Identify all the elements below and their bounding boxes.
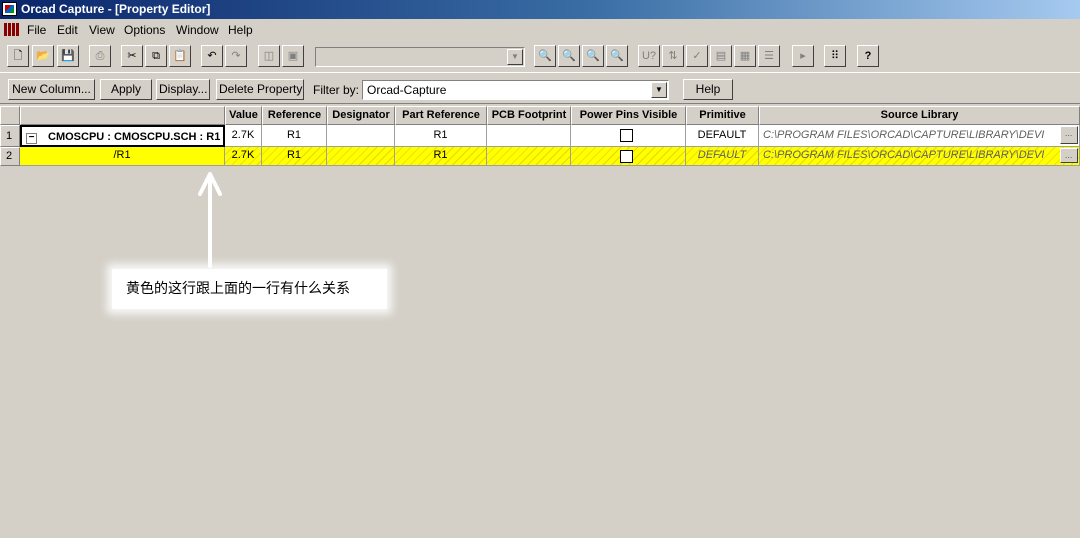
delete-property-button[interactable]: Delete Property xyxy=(216,79,304,100)
source-library: C:\PROGRAM FILES\ORCAD\CAPTURE\LIBRARY\D… xyxy=(763,129,1045,141)
row-number[interactable]: 2 xyxy=(0,147,20,166)
menu-bar: File Edit View Options Window Help xyxy=(0,19,1080,40)
table-cell[interactable]: C:\PROGRAM FILES\ORCAD\CAPTURE\LIBRARY\D… xyxy=(759,125,1080,147)
window-tile-icon[interactable]: ▣ xyxy=(282,45,304,67)
menu-view[interactable]: View xyxy=(89,23,115,37)
table-cell[interactable]: 2.7K xyxy=(225,125,262,147)
table-cell[interactable] xyxy=(327,125,395,147)
zoom-in-icon[interactable]: 🔍 xyxy=(534,45,556,67)
annotate-icon[interactable]: U? xyxy=(638,45,660,67)
filter-select[interactable]: Orcad-Capture ▼ xyxy=(362,80,669,100)
apply-button[interactable]: Apply xyxy=(100,79,152,100)
table-cell[interactable]: R1 xyxy=(262,147,327,166)
bill-of-materials-icon[interactable]: ☰ xyxy=(758,45,780,67)
row-number[interactable]: 1 xyxy=(0,125,20,147)
cross-reference-icon[interactable]: ▦ xyxy=(734,45,756,67)
main-toolbar: 🗋 📂 💾 ⎙ ✂ ⧉ 📋 ↶ ↷ ◫ ▣ ▼ 🔍 🔍 🔍 🔍 U? ⇅ ✓ ▤… xyxy=(0,41,1080,71)
document-icon[interactable] xyxy=(4,23,20,36)
property-grid: Value Reference Designator Part Referenc… xyxy=(0,106,1080,166)
undo-icon[interactable]: ↶ xyxy=(201,45,223,67)
snap-icon[interactable]: ▸ xyxy=(792,45,814,67)
column-header[interactable]: Power Pins Visible xyxy=(571,106,686,125)
chevron-down-icon[interactable]: ▼ xyxy=(507,49,523,65)
table-cell[interactable] xyxy=(571,125,686,147)
zoom-area-icon[interactable]: 🔍 xyxy=(582,45,604,67)
netlist-icon[interactable]: ▤ xyxy=(710,45,732,67)
table-cell[interactable] xyxy=(327,147,395,166)
print-icon[interactable]: ⎙ xyxy=(89,45,111,67)
title-bar: Orcad Capture - [Property Editor] xyxy=(0,0,1080,19)
filter-value: Orcad-Capture xyxy=(367,83,447,97)
corner-header[interactable] xyxy=(0,106,20,125)
open-icon[interactable]: 📂 xyxy=(32,45,54,67)
name-column-header[interactable] xyxy=(20,106,225,125)
table-cell[interactable]: R1 xyxy=(395,147,487,166)
display-button[interactable]: Display... xyxy=(156,79,210,100)
collapse-icon[interactable]: − xyxy=(26,133,37,144)
property-editor-bar: New Column... Apply Display... Delete Pr… xyxy=(0,72,1080,104)
back-annotate-icon[interactable]: ⇅ xyxy=(662,45,684,67)
annotation-text: 黄色的这行跟上面的一行有什么关系 xyxy=(126,281,350,297)
table-cell-name[interactable]: − CMOSCPU : CMOSCPU.SCH : R1 xyxy=(20,125,225,147)
help-icon[interactable]: ? xyxy=(857,45,879,67)
table-cell[interactable] xyxy=(487,147,571,166)
column-header[interactable]: Primitive xyxy=(686,106,759,125)
paste-icon[interactable]: 📋 xyxy=(169,45,191,67)
cut-icon[interactable]: ✂ xyxy=(121,45,143,67)
column-header[interactable]: Part Reference xyxy=(395,106,487,125)
column-header[interactable]: Designator xyxy=(327,106,395,125)
row-name: CMOSCPU : CMOSCPU.SCH : R1 xyxy=(48,131,221,143)
chevron-down-icon[interactable]: ▼ xyxy=(651,82,667,98)
zoom-all-icon[interactable]: 🔍 xyxy=(606,45,628,67)
source-library: C:\PROGRAM FILES\ORCAD\CAPTURE\LIBRARY\D… xyxy=(763,149,1045,161)
window-split-icon[interactable]: ◫ xyxy=(258,45,280,67)
column-header[interactable]: Source Library xyxy=(759,106,1080,125)
new-icon[interactable]: 🗋 xyxy=(7,45,29,67)
redo-icon[interactable]: ↷ xyxy=(225,45,247,67)
column-header[interactable]: PCB Footprint xyxy=(487,106,571,125)
menu-options[interactable]: Options xyxy=(124,23,165,37)
power-pins-checkbox[interactable] xyxy=(620,129,633,142)
save-icon[interactable]: 💾 xyxy=(57,45,79,67)
menu-window[interactable]: Window xyxy=(176,23,219,37)
table-cell[interactable]: R1 xyxy=(262,125,327,147)
table-cell[interactable]: R1 xyxy=(395,125,487,147)
table-cell[interactable]: 2.7K xyxy=(225,147,262,166)
column-header[interactable]: Value xyxy=(225,106,262,125)
power-pins-checkbox[interactable] xyxy=(620,150,633,163)
table-cell[interactable] xyxy=(487,125,571,147)
table-cell[interactable]: DEFAULT xyxy=(686,125,759,147)
app-icon[interactable] xyxy=(2,2,17,16)
up-arrow-icon xyxy=(198,172,222,268)
table-cell-name[interactable]: /R1 xyxy=(20,147,225,166)
browse-button[interactable]: ... xyxy=(1060,148,1078,163)
copy-icon[interactable]: ⧉ xyxy=(145,45,167,67)
window-title: Orcad Capture - [Property Editor] xyxy=(21,2,211,16)
table-cell[interactable] xyxy=(571,147,686,166)
browse-button[interactable]: ... xyxy=(1060,126,1078,144)
table-cell[interactable]: DEFAULT xyxy=(686,147,759,166)
menu-help[interactable]: Help xyxy=(228,23,253,37)
drc-icon[interactable]: ✓ xyxy=(686,45,708,67)
menu-edit[interactable]: Edit xyxy=(57,23,78,37)
menu-file[interactable]: File xyxy=(27,23,46,37)
column-header[interactable]: Reference xyxy=(262,106,327,125)
table-cell[interactable]: C:\PROGRAM FILES\ORCAD\CAPTURE\LIBRARY\D… xyxy=(759,147,1080,166)
zoom-out-icon[interactable]: 🔍 xyxy=(558,45,580,67)
project-manager-icon[interactable]: ⠿ xyxy=(824,45,846,67)
toolbar-combo[interactable]: ▼ xyxy=(315,47,525,67)
annotation-callout: 黄色的这行跟上面的一行有什么关系 xyxy=(112,269,387,309)
new-column-button[interactable]: New Column... xyxy=(8,79,95,100)
help-button[interactable]: Help xyxy=(683,79,733,100)
filter-label: Filter by: xyxy=(313,83,360,97)
